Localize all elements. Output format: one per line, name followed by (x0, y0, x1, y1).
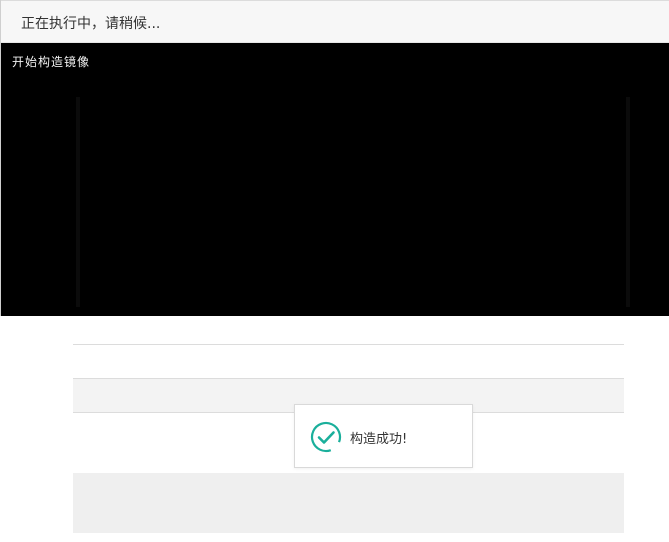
dialog-header: 正在执行中，请稍候... (1, 0, 669, 43)
success-toast: 构造成功! (294, 404, 473, 468)
table-divider (73, 344, 624, 345)
terminal-output[interactable]: 开始构造镜像 (1, 43, 669, 316)
table-row (73, 473, 624, 533)
page: 正在执行中，请稍候... 开始构造镜像 构造成功! (0, 0, 669, 542)
toast-message: 构造成功! (350, 432, 408, 447)
table-divider (73, 378, 624, 379)
execution-dialog: 正在执行中，请稍候... 开始构造镜像 (0, 0, 669, 316)
check-circle-icon (310, 421, 342, 453)
dialog-title: 正在执行中，请稍候... (21, 16, 161, 32)
terminal-line: 开始构造镜像 (12, 55, 91, 69)
terminal-shade (626, 97, 630, 307)
terminal-shade (76, 97, 80, 307)
